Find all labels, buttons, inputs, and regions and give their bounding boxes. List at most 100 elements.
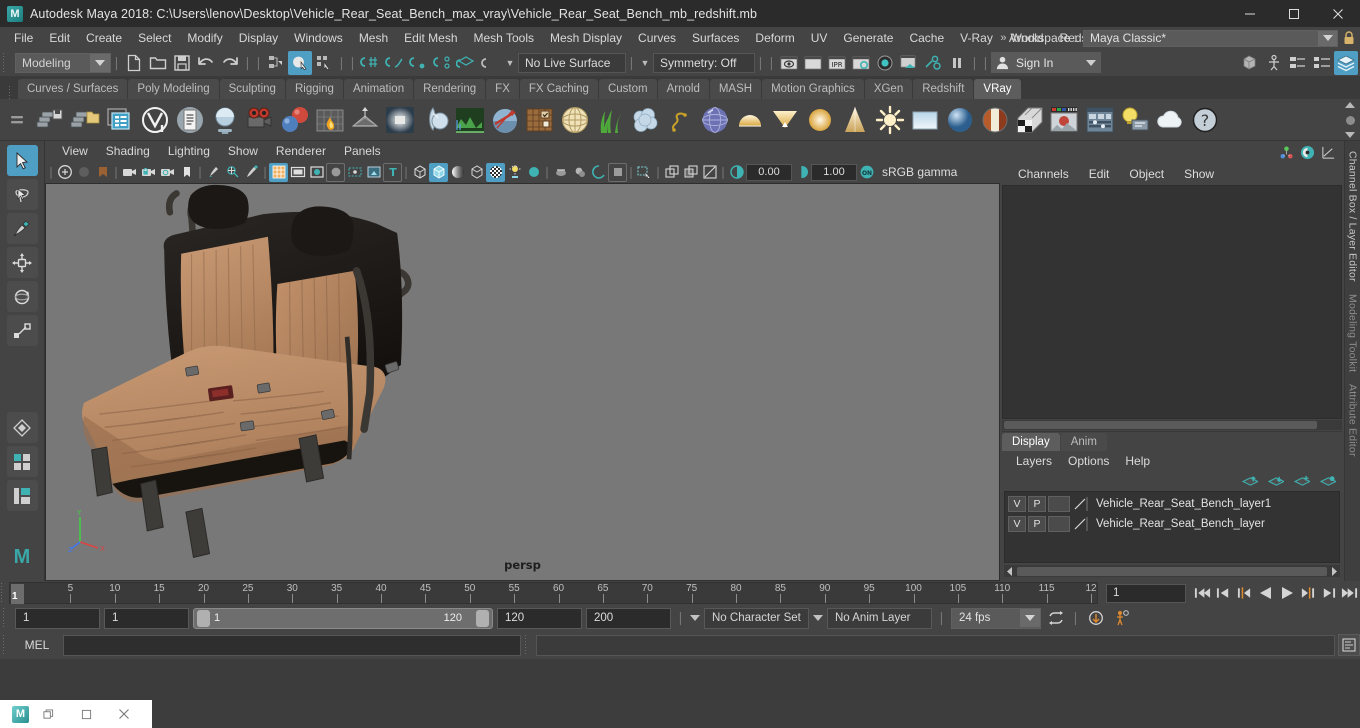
- shelf-scroll-dot-icon[interactable]: [1345, 115, 1355, 125]
- vray-light-dome-icon[interactable]: [419, 104, 451, 136]
- shelf-tab-curves-surfaces[interactable]: Curves / Surfaces: [18, 79, 128, 99]
- bookmark-orange-icon[interactable]: [93, 163, 112, 182]
- menu-cache[interactable]: Cache: [901, 27, 952, 49]
- menu-deform[interactable]: Deform: [747, 27, 802, 49]
- exposure-icon[interactable]: [727, 163, 746, 182]
- smooth-shade-icon[interactable]: [429, 162, 448, 182]
- shelf-tab-fx-caching[interactable]: FX Caching: [519, 79, 598, 99]
- move-layer-down-icon[interactable]: [1267, 475, 1284, 488]
- layer-row[interactable]: V P Vehicle_Rear_Seat_Bench_layer: [1005, 514, 1339, 534]
- vray-two-sided-icon[interactable]: [979, 104, 1011, 136]
- shelf-tab-rendering[interactable]: Rendering: [414, 79, 486, 99]
- menu-vray[interactable]: V-Ray: [952, 27, 1001, 49]
- shelf-tab-vray[interactable]: VRay: [974, 79, 1021, 99]
- render-settings-icon[interactable]: [849, 51, 873, 75]
- time-slider[interactable]: 1 5 10 15 20 25 30 35 40 45 50 55 60 65 70 75 80 85 90 95 1…: [9, 582, 1098, 604]
- shelf-tab-poly-modeling[interactable]: Poly Modeling: [128, 79, 219, 99]
- animation-end-field[interactable]: 200: [586, 607, 671, 629]
- open-scene-icon[interactable]: [146, 51, 170, 75]
- vray-settings-panel-icon[interactable]: [1084, 104, 1116, 136]
- xray-joints-icon[interactable]: [662, 163, 681, 182]
- render-region-icon[interactable]: [801, 51, 825, 75]
- vray-frame-buffer-icon[interactable]: [174, 104, 206, 136]
- exposure-value[interactable]: 0.00: [746, 163, 792, 181]
- shelf-tab-arnold[interactable]: Arnold: [657, 79, 709, 99]
- wireframe-icon[interactable]: [410, 163, 429, 182]
- vray-plane-icon[interactable]: [349, 104, 381, 136]
- new-scene-icon[interactable]: [122, 51, 146, 75]
- layer-list[interactable]: V P Vehicle_Rear_Seat_Bench_layer1 V P V…: [1004, 491, 1340, 563]
- open-channelbox-icon[interactable]: [1310, 51, 1334, 75]
- layout-quad-icon[interactable]: [6, 446, 38, 477]
- film-origin-icon[interactable]: [345, 163, 364, 182]
- grease-pencil-icon[interactable]: [242, 163, 261, 182]
- vray-sun-icon[interactable]: [874, 104, 906, 136]
- range-start-field[interactable]: 1: [104, 607, 189, 629]
- vray-proxy-icon[interactable]: [454, 104, 486, 136]
- shelf-tab-mash[interactable]: MASH: [709, 79, 762, 99]
- menu-uv[interactable]: UV: [803, 27, 836, 49]
- open-attribute-editor-icon[interactable]: [1286, 51, 1310, 75]
- close-icon[interactable]: [1316, 0, 1360, 27]
- vray-grass-icon[interactable]: [594, 104, 626, 136]
- xray-active-icon[interactable]: [681, 163, 700, 182]
- shadows-icon[interactable]: [505, 163, 524, 182]
- vray-light-rect-icon[interactable]: [384, 104, 416, 136]
- loop-playback-icon[interactable]: [1045, 607, 1066, 629]
- shelf-tab-redshift[interactable]: Redshift: [913, 79, 974, 99]
- render-current-frame-icon[interactable]: [777, 51, 801, 75]
- character-set-field[interactable]: No Character Set: [704, 607, 809, 629]
- snap-to-view-plane-icon[interactable]: [454, 51, 478, 75]
- vray-material-icon[interactable]: [209, 104, 241, 136]
- live-surface-field[interactable]: No Live Surface: [518, 52, 626, 73]
- vray-render-elements-icon[interactable]: [1049, 104, 1081, 136]
- scroll-down-icon[interactable]: [1345, 132, 1355, 138]
- menu-file[interactable]: File: [6, 27, 41, 49]
- character-set-dropdown-icon[interactable]: [690, 615, 700, 621]
- current-frame-field[interactable]: 1: [1106, 583, 1186, 603]
- new-layer-from-selected-icon[interactable]: [1319, 475, 1336, 488]
- script-editor-icon[interactable]: [1338, 634, 1360, 656]
- restore-window-icon[interactable]: [29, 700, 67, 728]
- snap-options-chevron-icon[interactable]: ▼: [502, 58, 518, 68]
- use-default-lighting-icon[interactable]: [486, 162, 505, 182]
- vray-light-lister-icon[interactable]: [1119, 104, 1151, 136]
- image-plane-icon[interactable]: [204, 163, 223, 182]
- maximize-icon[interactable]: [1272, 0, 1316, 27]
- minimize-icon[interactable]: [1228, 0, 1272, 27]
- snap-to-projected-center-icon[interactable]: [430, 51, 454, 75]
- tab-anim[interactable]: Anim: [1060, 433, 1107, 451]
- vray-render-settings-icon[interactable]: [104, 104, 136, 136]
- toolbar-drag-handle[interactable]: [2, 49, 11, 77]
- range-slider-left-handle[interactable]: [197, 609, 210, 627]
- vray-checker-icon[interactable]: [1014, 104, 1046, 136]
- shelf-tab-custom[interactable]: Custom: [598, 79, 657, 99]
- resolution-gate-icon[interactable]: [307, 163, 326, 182]
- workspace-selector[interactable]: Maya Classic*: [1083, 29, 1338, 47]
- layers-menu-options[interactable]: Options: [1060, 451, 1117, 471]
- chevron-down-icon[interactable]: [1081, 54, 1101, 72]
- menu-edit[interactable]: Edit: [41, 27, 78, 49]
- script-language-label[interactable]: MEL: [14, 638, 60, 652]
- open-skeleton-icon[interactable]: [1262, 51, 1286, 75]
- open-outliner-icon[interactable]: [1238, 51, 1262, 75]
- ipr-render-icon[interactable]: IPR: [825, 51, 849, 75]
- camera-dim-icon[interactable]: [74, 163, 93, 182]
- save-scene-icon[interactable]: [170, 51, 194, 75]
- screen-space-ao-icon[interactable]: [589, 163, 608, 182]
- channel-box-horizontal-scrollbar[interactable]: [1002, 420, 1342, 430]
- channel-box-icon[interactable]: [1300, 145, 1315, 160]
- menu-curves[interactable]: Curves: [630, 27, 684, 49]
- command-splitter-handle[interactable]: [524, 633, 533, 657]
- viewport-menu-renderer[interactable]: Renderer: [267, 141, 335, 161]
- step-back-keyframe-icon[interactable]: [1213, 582, 1234, 604]
- open-layer-editor-icon[interactable]: [1334, 51, 1358, 75]
- channelbox-menu-show[interactable]: Show: [1174, 163, 1224, 185]
- layer-visibility-toggle[interactable]: V: [1008, 496, 1026, 512]
- gamma-value[interactable]: 1.00: [811, 163, 857, 181]
- menu-mesh[interactable]: Mesh: [351, 27, 396, 49]
- motion-blur-icon[interactable]: [551, 163, 570, 182]
- chevron-down-icon[interactable]: [90, 53, 110, 72]
- channelbox-menu-channels[interactable]: Channels: [1008, 163, 1079, 185]
- channelbox-menu-edit[interactable]: Edit: [1079, 163, 1120, 185]
